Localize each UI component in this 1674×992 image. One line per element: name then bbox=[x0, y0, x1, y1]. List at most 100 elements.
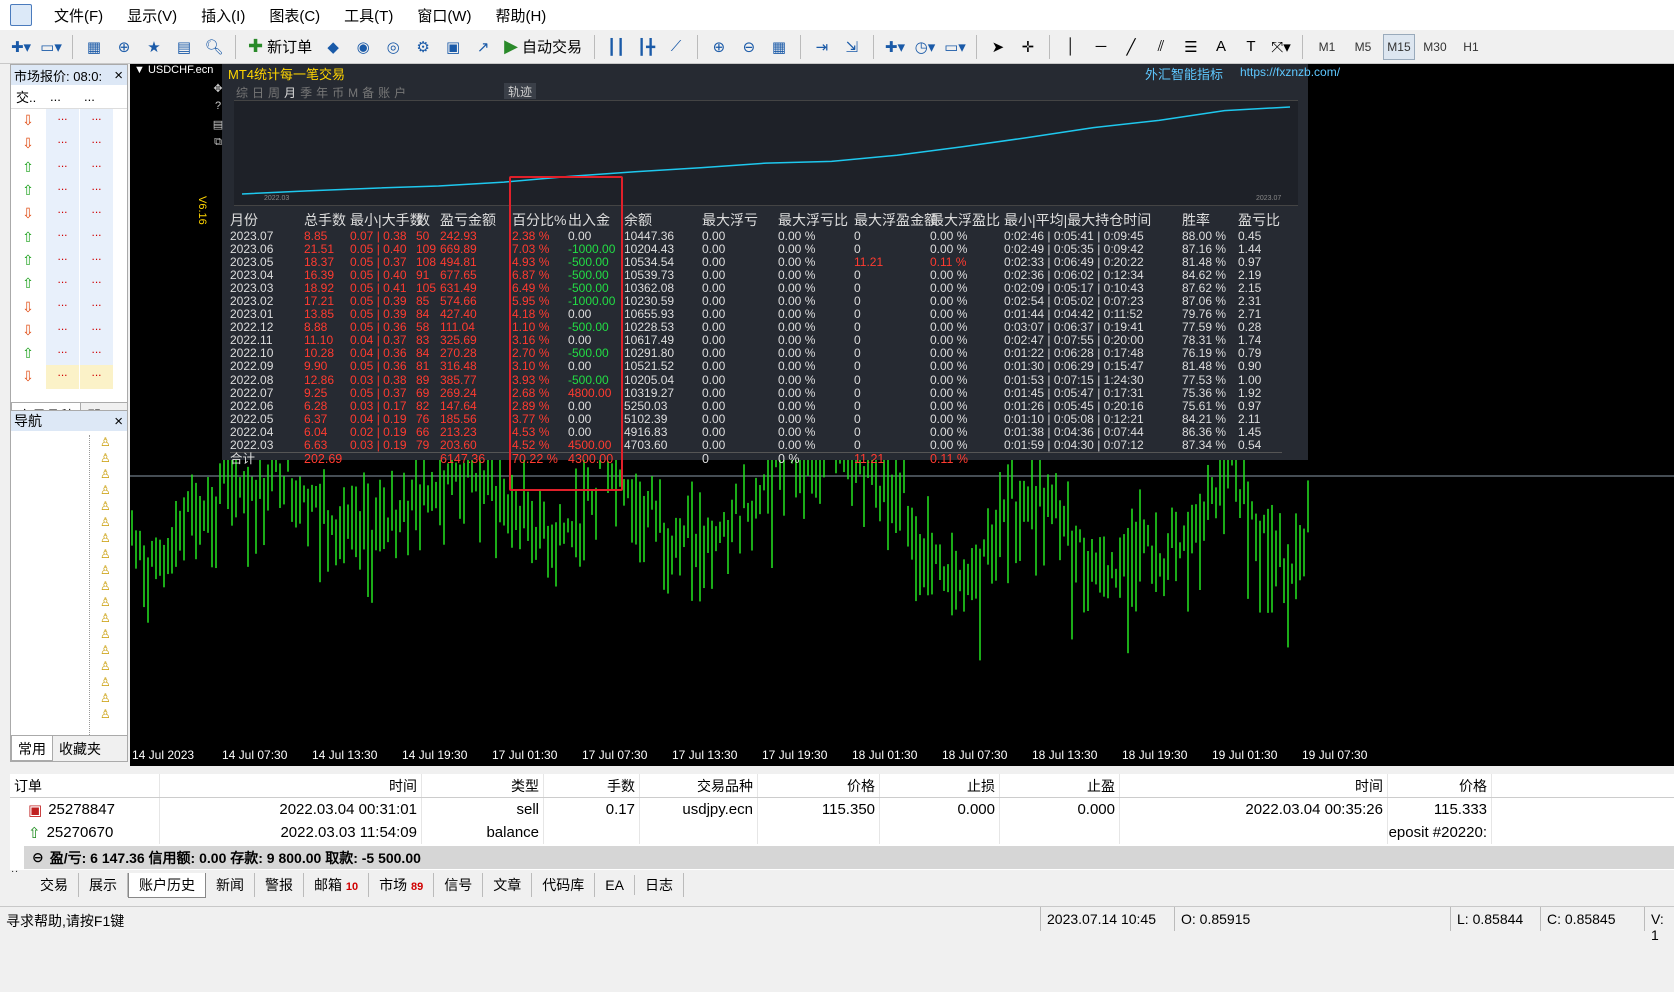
terminal-tab[interactable]: 代码库 bbox=[532, 873, 596, 897]
terminal-col-header[interactable]: 时间 bbox=[160, 774, 422, 797]
chart-window[interactable]: ▼ USDCHF.ecn 14 Jul 2023 14 Jul 07:30 14 J… bbox=[130, 64, 1674, 766]
tf-m5[interactable]: M5 bbox=[1347, 34, 1379, 60]
tab-common[interactable]: 常用 bbox=[11, 736, 53, 761]
terminal-col-header[interactable]: 手数 bbox=[544, 774, 640, 797]
market-watch-row[interactable]: ⇧...... bbox=[11, 248, 127, 273]
channel-icon[interactable]: ⫽ bbox=[1148, 34, 1174, 60]
periods-icon[interactable]: ◷▾ bbox=[912, 34, 938, 60]
close-icon[interactable]: × bbox=[114, 67, 127, 84]
chart-shift-icon[interactable]: ⇥ bbox=[809, 34, 835, 60]
panel-tab[interactable]: 周 bbox=[268, 86, 284, 100]
expert-icon[interactable]: ♙ bbox=[90, 435, 111, 451]
report-icon[interactable]: ▤ bbox=[210, 118, 226, 136]
menu-view[interactable]: 显示(V) bbox=[115, 5, 189, 26]
new-chart-icon[interactable]: ✚▾ bbox=[8, 34, 34, 60]
new-order-button[interactable]: ✚ 新订单 bbox=[244, 34, 316, 60]
zoom-out-icon[interactable]: ⊖ bbox=[736, 34, 762, 60]
arrows-icon[interactable]: ⤧▾ bbox=[1268, 34, 1294, 60]
panel-url[interactable]: https://fxznzb.com/ bbox=[1240, 65, 1340, 79]
terminal-tab[interactable]: 文章 bbox=[483, 873, 533, 897]
signals-icon[interactable]: ◎ bbox=[380, 34, 406, 60]
terminal-col-header[interactable]: 交易品种 bbox=[640, 774, 758, 797]
market-watch-row[interactable]: ⇩...... bbox=[11, 365, 127, 389]
panel-tab[interactable]: 备 bbox=[362, 86, 378, 100]
terminal-tab[interactable]: 邮箱 10 bbox=[304, 873, 370, 897]
terminal-row[interactable]: ⇧ 25270670 2022.03.03 11:54:09 balance Depos… bbox=[10, 821, 1674, 844]
vps-icon[interactable]: ⚙ bbox=[410, 34, 436, 60]
terminal-col-header[interactable]: 价格 bbox=[1388, 774, 1492, 797]
candlestick-icon[interactable]: ┃╋ bbox=[633, 34, 659, 60]
terminal-tab[interactable]: 市场 89 bbox=[369, 873, 435, 897]
terminal-col-header[interactable]: 订单 bbox=[10, 774, 160, 797]
terminal-icon[interactable]: ▤ bbox=[171, 34, 197, 60]
copy-icon[interactable]: ⧉ bbox=[210, 136, 226, 154]
expert-icon[interactable]: ♙ bbox=[90, 531, 111, 547]
panel-tab[interactable]: 日 bbox=[252, 86, 268, 100]
trace-button[interactable]: 轨迹 bbox=[504, 83, 536, 99]
menu-file[interactable]: 文件(F) bbox=[42, 5, 115, 26]
terminal-tab[interactable]: 交易 bbox=[30, 873, 79, 897]
terminal-tab[interactable]: 账户历史 bbox=[128, 872, 206, 898]
panel-tab[interactable]: 币 bbox=[332, 86, 348, 100]
panel-tab[interactable]: 综 bbox=[236, 86, 252, 100]
market-watch-row[interactable]: ⇧...... bbox=[11, 155, 127, 179]
expert-icon[interactable]: ♙ bbox=[90, 595, 111, 611]
templates-icon[interactable]: ▭▾ bbox=[942, 34, 968, 60]
col-symbol[interactable]: 交.. bbox=[11, 87, 45, 106]
tf-m30[interactable]: M30 bbox=[1419, 34, 1451, 60]
trendline-icon[interactable]: ╱ bbox=[1118, 34, 1144, 60]
crosshair-icon[interactable]: ✛ bbox=[1015, 34, 1041, 60]
market-watch-row[interactable]: ⇧...... bbox=[11, 272, 127, 296]
tf-m1[interactable]: M1 bbox=[1311, 34, 1343, 60]
bar-chart-icon[interactable]: ┃┃ bbox=[603, 34, 629, 60]
help-icon[interactable]: ? bbox=[210, 100, 226, 118]
options-icon[interactable]: ↗ bbox=[470, 34, 496, 60]
cursor-icon[interactable]: ➤ bbox=[985, 34, 1011, 60]
metaeditor-icon[interactable]: ◆ bbox=[320, 34, 346, 60]
market-watch-row[interactable]: ⇩...... bbox=[11, 202, 127, 226]
zoom-in-icon[interactable]: ⊕ bbox=[706, 34, 732, 60]
expert-icon[interactable]: ♙ bbox=[90, 563, 111, 579]
expert-icon[interactable]: ♙ bbox=[90, 451, 111, 467]
terminal-col-header[interactable]: 类型 bbox=[422, 774, 544, 797]
terminal-tab[interactable]: 新闻 bbox=[206, 873, 255, 897]
vertical-line-icon[interactable]: │ bbox=[1058, 34, 1084, 60]
navigator-icon[interactable]: ★ bbox=[141, 34, 167, 60]
menu-window[interactable]: 窗口(W) bbox=[405, 5, 483, 26]
menu-charts[interactable]: 图表(C) bbox=[257, 5, 332, 26]
market-watch-icon[interactable]: ▦ bbox=[81, 34, 107, 60]
expert-icon[interactable]: ♙ bbox=[90, 547, 111, 563]
terminal-tab[interactable]: EA bbox=[595, 875, 635, 895]
panel-tab[interactable]: 账户 bbox=[378, 86, 410, 100]
expert-icon[interactable]: ♙ bbox=[90, 467, 111, 483]
auto-trading-button[interactable]: ▶ 自动交易 bbox=[500, 34, 586, 60]
community-icon[interactable]: ◉ bbox=[350, 34, 376, 60]
terminal-row[interactable]: ▣ 25278847 2022.03.04 00:31:01 sell 0.17 usdj… bbox=[10, 798, 1674, 821]
panel-tab[interactable]: 年 bbox=[316, 86, 332, 100]
expert-icon[interactable]: ♙ bbox=[90, 691, 111, 707]
navigator-tree[interactable]: ♙ ♙ ♙ ♙ ♙ ♙ ♙ ♙ ♙ ♙ ♙ ♙ ♙ ♙ ♙ ♙ ♙ ♙ bbox=[89, 435, 111, 735]
panel-tab[interactable]: M bbox=[348, 86, 362, 100]
close-icon[interactable]: × bbox=[114, 413, 127, 430]
line-chart-icon[interactable]: ⟋ bbox=[663, 34, 689, 60]
menu-help[interactable]: 帮助(H) bbox=[483, 5, 558, 26]
terminal-tab[interactable]: 日志 bbox=[635, 873, 684, 897]
indicators-icon[interactable]: ✚▾ bbox=[882, 34, 908, 60]
expert-icon[interactable]: ♙ bbox=[90, 643, 111, 659]
terminal-col-header[interactable]: 止盈 bbox=[1000, 774, 1120, 797]
market-watch-row[interactable]: ⇩...... bbox=[11, 295, 127, 319]
terminal-col-header[interactable]: 时间 bbox=[1120, 774, 1388, 797]
col-bid[interactable]: ... bbox=[45, 89, 79, 104]
market-watch-row[interactable]: ⇧...... bbox=[11, 178, 127, 203]
tf-h1[interactable]: H1 bbox=[1455, 34, 1487, 60]
expert-icon[interactable]: ♙ bbox=[90, 579, 111, 595]
terminal-col-header[interactable]: 止损 bbox=[880, 774, 1000, 797]
terminal-tab[interactable]: 信号 bbox=[434, 873, 484, 897]
expert-icon[interactable]: ♙ bbox=[90, 707, 111, 723]
col-ask[interactable]: ... bbox=[79, 89, 113, 104]
market-watch-row[interactable]: ⇧...... bbox=[11, 225, 127, 249]
profiles-icon[interactable]: ▭▾ bbox=[38, 34, 64, 60]
market-watch-row[interactable]: ⇩...... bbox=[11, 318, 127, 342]
expert-icon[interactable]: ♙ bbox=[90, 675, 111, 691]
expert-icon[interactable]: ♙ bbox=[90, 611, 111, 627]
